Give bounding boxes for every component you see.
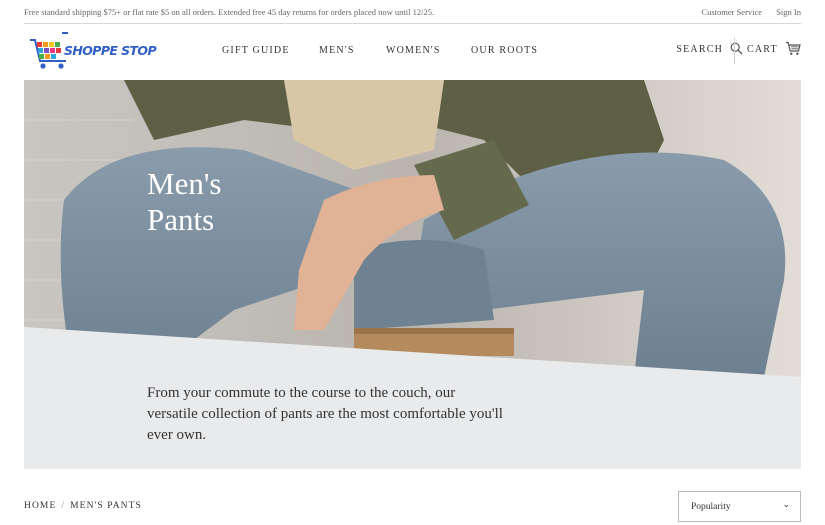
sort-select[interactable]: Popularity ⌄ — [678, 491, 801, 522]
breadcrumb-separator: / — [61, 501, 66, 511]
sort-selected-value: Popularity — [691, 502, 731, 512]
sign-in-link[interactable]: Sign In — [776, 7, 801, 17]
breadcrumb: HOME / MEN'S PANTS — [24, 501, 142, 511]
search-button[interactable]: SEARCH — [676, 42, 743, 55]
breadcrumb-current: MEN'S PANTS — [70, 501, 142, 511]
cart-button[interactable]: CART — [747, 41, 801, 55]
chevron-down-icon: ⌄ — [782, 499, 790, 509]
search-icon — [730, 42, 743, 55]
logo[interactable]: SHOPPE STOP — [28, 31, 158, 71]
cart-label: CART — [747, 44, 778, 55]
nav-our-roots[interactable]: OUR ROOTS — [471, 45, 538, 56]
promo-bar: Free standard shipping $75+ or flat rate… — [24, 0, 801, 24]
breadcrumb-home[interactable]: HOME — [24, 501, 56, 511]
nav-mens[interactable]: MEN'S — [319, 45, 355, 56]
category-description: From your commute to the course to the c… — [147, 385, 503, 443]
cart-icon — [786, 41, 801, 55]
nav-gift-guide[interactable]: GIFT GUIDE — [222, 45, 290, 56]
customer-service-link[interactable]: Customer Service — [701, 7, 762, 17]
nav-divider — [734, 38, 735, 64]
logo-text: SHOPPE STOP — [64, 43, 157, 58]
page-title: Men's Pants — [147, 166, 347, 238]
nav-womens[interactable]: WOMEN'S — [386, 45, 441, 56]
hero-banner: Men's Pants From your commute to the cou… — [24, 80, 801, 469]
utility-links: Customer Service Sign In — [689, 7, 801, 17]
search-label: SEARCH — [676, 44, 723, 55]
promo-text: Free standard shipping $75+ or flat rate… — [24, 7, 435, 17]
main-nav: SHOPPE STOP GIFT GUIDE MEN'S WOMEN'S OUR… — [24, 25, 801, 79]
nav-actions: SEARCH CART — [641, 38, 801, 64]
title-line-1: Men's — [147, 166, 222, 201]
title-line-2: Pants — [147, 202, 215, 237]
